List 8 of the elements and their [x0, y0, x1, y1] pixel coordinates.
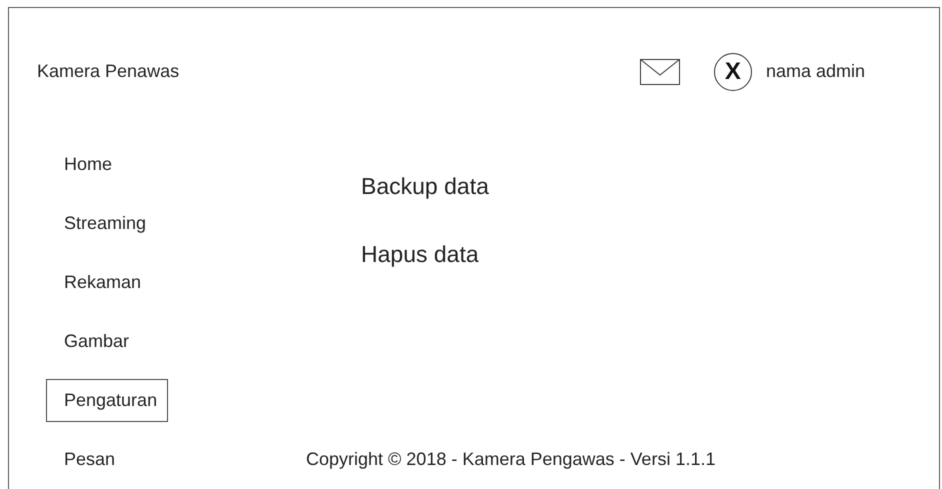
- app-title: Kamera Penawas: [37, 61, 180, 82]
- logout-button[interactable]: X: [714, 52, 752, 90]
- action-link[interactable]: Backup data: [361, 171, 489, 201]
- nav-item[interactable]: Pengaturan: [46, 379, 168, 422]
- user-name: nama admin: [766, 61, 865, 82]
- mail-icon[interactable]: [640, 58, 680, 84]
- action-link[interactable]: Hapus data: [361, 239, 479, 269]
- copyright-text: Copyright © 2018 - Kamera Pengawas - Versi 1.1.1: [306, 449, 716, 470]
